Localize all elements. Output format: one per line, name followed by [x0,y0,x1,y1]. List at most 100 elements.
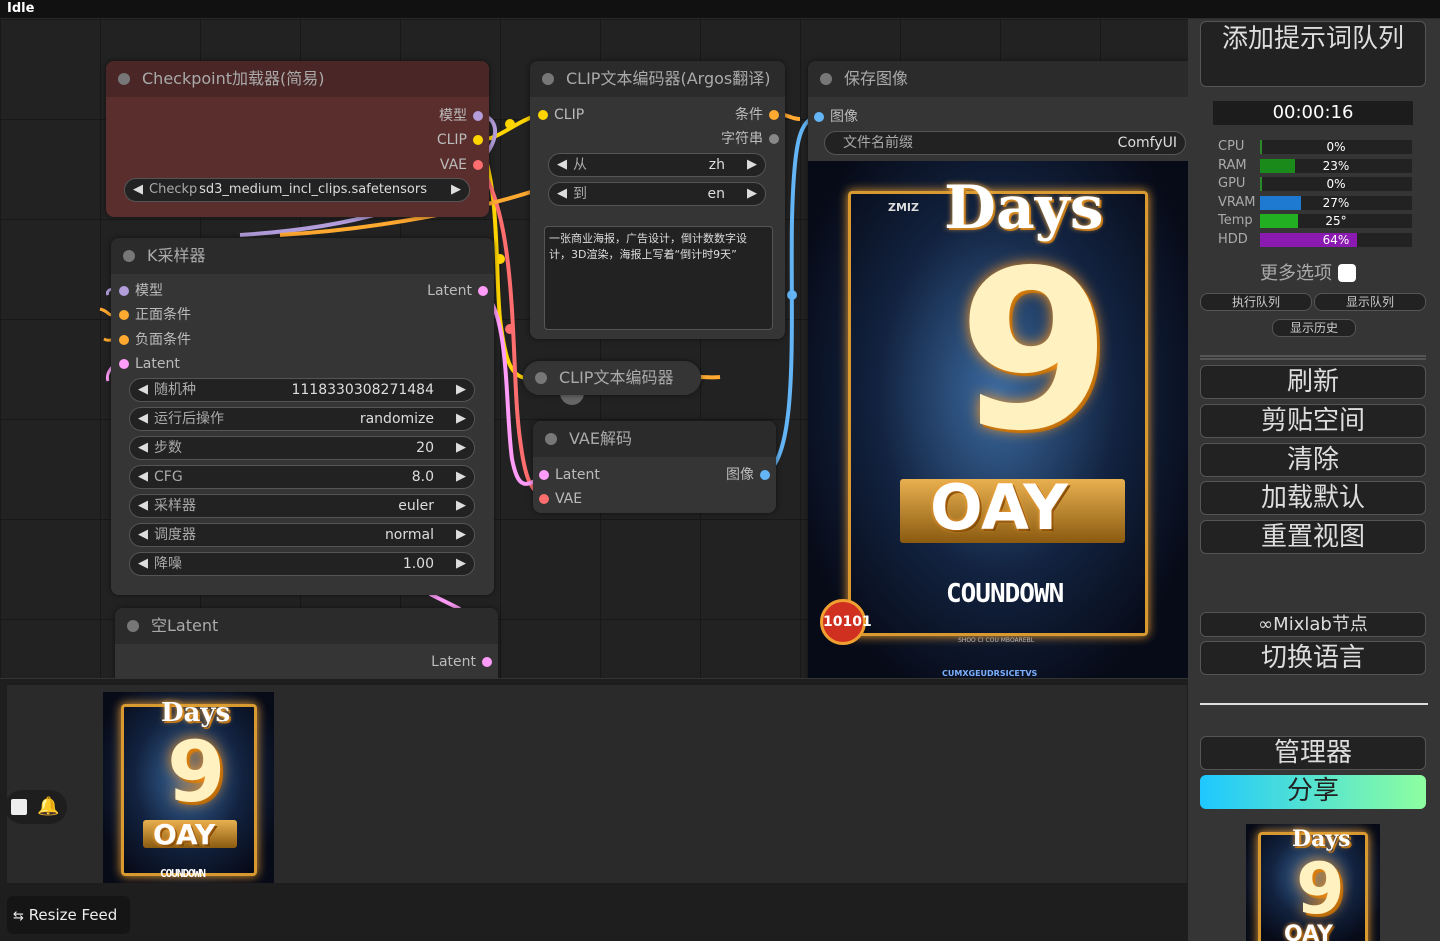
refresh-button[interactable]: 刷新 [1200,365,1426,399]
node-title[interactable]: VAE解码 [533,421,776,457]
arrow-left-icon[interactable]: ◀ [138,379,148,401]
ksampler-widget[interactable]: ◀ 运行后操作 randomize ▶ [129,407,475,431]
input-clip[interactable]: CLIP [538,105,584,125]
input-negative[interactable]: 负面条件 [119,330,191,350]
port-dot[interactable] [478,286,488,296]
port-dot[interactable] [769,134,779,144]
node-title[interactable]: K采样器 [111,238,494,274]
reroute-dot-clip-2[interactable] [495,254,505,264]
port-dot[interactable] [769,110,779,120]
output-image-preview[interactable]: Days ZMIZ 9 OAY COUNDOWN 10101 SHOO CI C… [808,161,1188,678]
port-dot[interactable] [473,160,483,170]
ksampler-widget[interactable]: ◀ CFG 8.0 ▶ [129,465,475,489]
prompt-textarea[interactable]: 一张商业海报，广告设计，倒计数数字设计，3D渲染，海报上写着“倒计时9天” [544,226,773,330]
arrow-left-icon[interactable]: ◀ [557,154,567,176]
arrow-right-icon[interactable]: ▶ [456,437,466,459]
arrow-left-icon[interactable]: ◀ [138,495,148,517]
port-dot[interactable] [539,470,549,480]
input-positive[interactable]: 正面条件 [119,305,191,325]
node-ksampler[interactable]: K采样器 模型 正面条件 负面条件 Latent Latent ◀ 随机种 1118… [111,238,494,595]
arrow-right-icon[interactable]: ▶ [747,154,757,176]
arrow-right-icon[interactable]: ▶ [456,466,466,488]
mixlab-nodes-button[interactable]: ∞Mixlab节点 [1200,612,1426,637]
show-queue-button[interactable]: 显示队列 [1314,293,1426,311]
node-checkpoint-loader[interactable]: Checkpoint加载器(简易) 模型 CLIP VAE ◀ Checkp s… [106,61,489,217]
arrow-right-icon[interactable]: ▶ [456,408,466,430]
output-vae[interactable]: VAE [440,155,483,175]
node-graph-canvas[interactable]: Checkpoint加载器(简易) 模型 CLIP VAE ◀ Checkp s… [0,19,1188,678]
arrow-right-icon[interactable]: ▶ [451,179,461,201]
reroute-dot-image[interactable] [787,290,797,300]
output-string[interactable]: 字符串 [721,129,779,149]
view-queue-button[interactable]: 执行队列 [1200,293,1312,311]
ksampler-widget[interactable]: ◀ 步数 20 ▶ [129,436,475,460]
manager-button[interactable]: 管理器 [1200,736,1426,770]
arrow-left-icon[interactable]: ◀ [138,408,148,430]
feed-thumbnail[interactable]: Days 9 OAY COUNDOWN [103,692,274,883]
node-title[interactable]: Checkpoint加载器(简易) [106,61,489,97]
clipspace-button[interactable]: 剪贴空间 [1200,404,1426,438]
port-dot[interactable] [814,112,824,122]
show-history-button[interactable]: 显示历史 [1272,319,1356,337]
output-image[interactable]: 图像 [726,465,770,485]
ksampler-widget[interactable]: ◀ 采样器 euler ▶ [129,494,475,518]
arrow-right-icon[interactable]: ▶ [456,553,466,575]
output-conditioning[interactable]: 条件 [735,105,779,125]
resize-feed-button[interactable]: ⇆ Resize Feed [7,896,130,934]
arrow-right-icon[interactable]: ▶ [747,183,757,205]
node-title[interactable]: 保存图像 [808,61,1188,97]
arrow-right-icon[interactable]: ▶ [456,495,466,517]
arrow-left-icon[interactable]: ◀ [138,437,148,459]
list-icon[interactable] [11,799,27,815]
share-button[interactable]: 分享 [1200,775,1426,809]
collapse-dot[interactable] [535,372,547,384]
collapse-dot[interactable] [118,73,130,85]
queue-prompt-button[interactable]: 添加提示词队列 [1200,21,1426,87]
output-latent[interactable]: Latent [427,281,488,301]
port-dot[interactable] [482,657,492,667]
switch-language-button[interactable]: 切换语言 [1200,641,1426,675]
port-dot[interactable] [760,470,770,480]
ksampler-widget[interactable]: ◀ 随机种 1118330308271484 ▶ [129,378,475,402]
arrow-left-icon[interactable]: ◀ [138,553,148,575]
arrow-left-icon[interactable]: ◀ [138,524,148,546]
arrow-right-icon[interactable]: ▶ [456,379,466,401]
more-options[interactable]: 更多选项 [1260,259,1356,285]
filename-prefix-input[interactable]: 文件名前缀 ComfyUI [824,131,1186,155]
node-title[interactable]: CLIP文本编码器(Argos翻译) [530,61,785,97]
node-title[interactable]: CLIP文本编码器 [523,361,701,395]
ckpt-name-combo[interactable]: ◀ Checkp sd3_medium_incl_clips.safetenso… [124,178,470,202]
arrow-right-icon[interactable]: ▶ [456,524,466,546]
output-model[interactable]: 模型 [439,106,483,126]
bell-icon[interactable]: 🔔 [37,796,59,817]
collapse-dot[interactable] [542,73,554,85]
ksampler-widget[interactable]: ◀ 调度器 normal ▶ [129,523,475,547]
ksampler-widget[interactable]: ◀ 降噪 1.00 ▶ [129,552,475,576]
panel-preview-thumbnail[interactable]: Days 9 OAY [1246,824,1380,941]
port-dot[interactable] [539,494,549,504]
from-lang-combo[interactable]: ◀ 从 zh ▶ [548,153,766,177]
node-title[interactable]: 空Latent [115,608,498,644]
arrow-left-icon[interactable]: ◀ [138,466,148,488]
node-vae-decode[interactable]: VAE解码 Latent VAE 图像 [533,421,776,513]
port-dot[interactable] [119,335,129,345]
load-default-button[interactable]: 加载默认 [1200,481,1426,515]
collapse-dot[interactable] [545,433,557,445]
collapse-dot[interactable] [123,250,135,262]
arrow-left-icon[interactable]: ◀ [557,183,567,205]
reroute-dot-clip[interactable] [505,119,515,129]
port-dot[interactable] [538,110,548,120]
port-dot[interactable] [473,135,483,145]
port-dot[interactable] [119,286,129,296]
collapse-dot[interactable] [127,620,139,632]
reroute-dot-vae[interactable] [505,324,515,334]
input-latent[interactable]: Latent [119,354,180,374]
input-vae[interactable]: VAE [539,489,582,509]
output-clip[interactable]: CLIP [437,130,483,150]
port-dot[interactable] [119,359,129,369]
arrow-left-icon[interactable]: ◀ [133,179,143,201]
node-clip-text-encode-argos[interactable]: CLIP文本编码器(Argos翻译) CLIP 条件 字符串 ◀ 从 zh ▶ ◀ 到… [530,61,785,339]
to-lang-combo[interactable]: ◀ 到 en ▶ [548,182,766,206]
port-dot[interactable] [119,310,129,320]
output-latent[interactable]: Latent [431,652,492,672]
